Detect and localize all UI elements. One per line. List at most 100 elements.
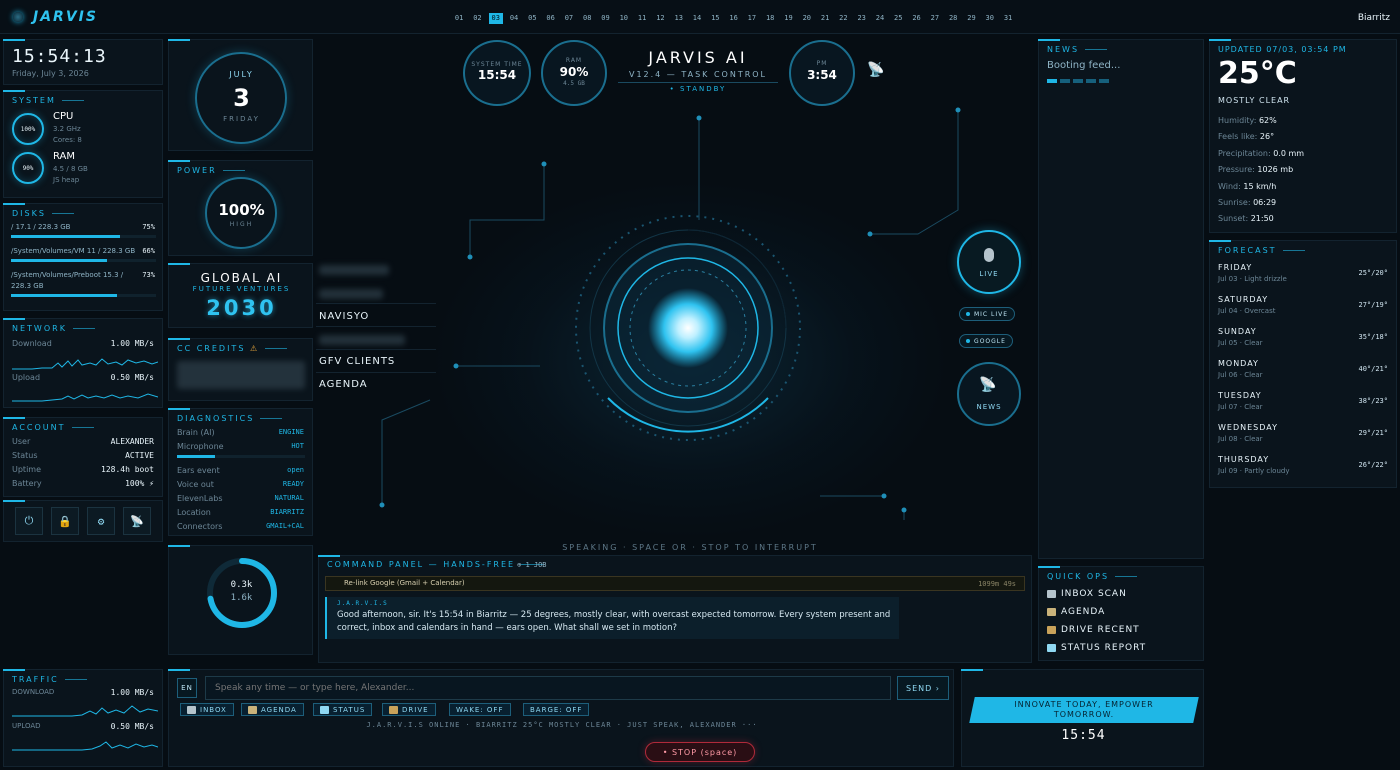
- day-18[interactable]: 18: [763, 13, 777, 24]
- traffic-panel: TRAFFIC DOWNLOAD 1.00 MB/s UPLOAD 0.50 MB/…: [3, 669, 163, 767]
- diagnostic-value: ENGINE: [278, 428, 304, 436]
- day-16[interactable]: 16: [726, 13, 740, 24]
- menu-item-agenda[interactable]: AGENDA: [319, 379, 368, 390]
- forecast-day-desc: Jul 07 · Clear: [1218, 403, 1263, 411]
- send-button[interactable]: SEND ›: [897, 676, 949, 700]
- day-07[interactable]: 07: [562, 13, 576, 24]
- system-time-dial: SYSTEM TIME 15:54: [463, 40, 531, 106]
- weather-value: 1026 mb: [1257, 165, 1294, 175]
- lock-icon[interactable]: 🔒: [51, 507, 79, 535]
- forecast-day: WEDNESDAY Jul 08 · Clear 29°/21°: [1218, 423, 1388, 451]
- quick-drive-button[interactable]: DRIVE: [382, 703, 436, 716]
- day-26[interactable]: 26: [909, 13, 923, 24]
- gauge-top: 0.3k: [230, 580, 253, 590]
- upload-value: 0.50 MB/s: [110, 372, 154, 382]
- quick-status-label: STATUS: [333, 705, 366, 714]
- account-title: ACCOUNT: [12, 423, 94, 432]
- forecast-day-desc: Jul 09 · Partly cloudy: [1218, 467, 1290, 475]
- news-button[interactable]: 📡 NEWS: [957, 362, 1021, 426]
- day-22[interactable]: 22: [836, 13, 850, 24]
- traffic-upload-label: UPLOAD: [12, 722, 41, 730]
- settings-gear-icon[interactable]: ⚙: [87, 507, 115, 535]
- weather-temp: 25°C: [1218, 56, 1297, 91]
- wake-toggle[interactable]: WAKE: OFF: [449, 703, 511, 716]
- forecast-title: FORECAST: [1218, 246, 1305, 255]
- disk-usage-bar: [11, 294, 156, 297]
- brand-panel: GLOBAL AI FUTURE VENTURES 2030: [168, 263, 313, 328]
- quick-op-inbox-scan[interactable]: INBOX SCAN: [1047, 589, 1127, 599]
- quick-status-button[interactable]: STATUS: [313, 703, 373, 716]
- day-14[interactable]: 14: [690, 13, 704, 24]
- day-08[interactable]: 08: [580, 13, 594, 24]
- day-20[interactable]: 20: [800, 13, 814, 24]
- day-19[interactable]: 19: [781, 13, 795, 24]
- mic-live-dot-icon: [965, 312, 970, 316]
- day-12[interactable]: 12: [653, 13, 667, 24]
- quick-op-drive-recent[interactable]: DRIVE RECENT: [1047, 625, 1140, 635]
- download-sparkline: [12, 358, 158, 370]
- speaker-label: J.A.R.V.I.S: [337, 600, 388, 607]
- day-31[interactable]: 31: [1001, 13, 1015, 24]
- day-05[interactable]: 05: [525, 13, 539, 24]
- arc-reactor: [575, 215, 801, 441]
- day-01[interactable]: 01: [452, 13, 466, 24]
- day-17[interactable]: 17: [745, 13, 759, 24]
- satellite-icon[interactable]: 📡: [123, 507, 151, 535]
- day-06[interactable]: 06: [543, 13, 557, 24]
- task-time: 1099m 49s: [978, 580, 1016, 588]
- ram-label: RAM: [53, 151, 76, 162]
- language-button[interactable]: EN: [177, 678, 197, 698]
- disk-name: /System/Volumes/Preboot 15.3 /: [11, 271, 124, 279]
- pm-time: 3:54: [807, 68, 837, 82]
- day-02[interactable]: 02: [470, 13, 484, 24]
- news-status: Booting feed...: [1047, 60, 1121, 71]
- slogan-time: 15:54: [1061, 728, 1106, 743]
- cc-credits-panel: CC CREDITS ⚠: [168, 338, 313, 401]
- message-text: Good afternoon, sir. It's 15:54 in Biarr…: [337, 610, 891, 633]
- day-04[interactable]: 04: [507, 13, 521, 24]
- quick-op-status-report[interactable]: STATUS REPORT: [1047, 643, 1146, 653]
- traffic-download-value: 1.00 MB/s: [110, 687, 154, 697]
- google-label: GOOGLE: [974, 337, 1006, 345]
- quick-agenda-button[interactable]: AGENDA: [241, 703, 304, 716]
- stop-button[interactable]: • STOP (space): [645, 742, 755, 762]
- power-level: HIGH: [229, 221, 254, 228]
- clock-date: Friday, July 3, 2026: [12, 69, 89, 78]
- pm-dial: PM 3:54: [789, 40, 855, 106]
- day-30[interactable]: 30: [983, 13, 997, 24]
- barge-toggle[interactable]: BARGE: OFF: [523, 703, 590, 716]
- live-button[interactable]: LIVE: [957, 230, 1021, 294]
- day-21[interactable]: 21: [818, 13, 832, 24]
- day-25[interactable]: 25: [891, 13, 905, 24]
- day-13[interactable]: 13: [672, 13, 686, 24]
- calendar-day: 3: [233, 84, 250, 112]
- ticker-text: J.A.R.V.I.S ONLINE · BIARRITZ 25°C MOSTL…: [366, 721, 758, 729]
- day-29[interactable]: 29: [964, 13, 978, 24]
- disk-usage-bar: [11, 235, 156, 238]
- quick-inbox-button[interactable]: INBOX: [180, 703, 234, 716]
- quick-op-agenda[interactable]: AGENDA: [1047, 607, 1105, 617]
- weather-key: Sunrise:: [1218, 198, 1251, 207]
- day-27[interactable]: 27: [928, 13, 942, 24]
- day-11[interactable]: 11: [635, 13, 649, 24]
- google-chip[interactable]: GOOGLE: [959, 334, 1013, 348]
- command-input[interactable]: [205, 676, 891, 700]
- day-03[interactable]: 03: [488, 13, 503, 24]
- day-09[interactable]: 09: [598, 13, 612, 24]
- menu-item-navisyo[interactable]: NAVISYO: [319, 311, 369, 322]
- ram-dial-pct: 90%: [559, 65, 589, 79]
- power-icon[interactable]: ⏻: [15, 507, 43, 535]
- day-24[interactable]: 24: [873, 13, 887, 24]
- hub-title: JARVIS AI: [648, 48, 748, 67]
- day-23[interactable]: 23: [855, 13, 869, 24]
- forecast-day-temp: 29°/21°: [1358, 429, 1388, 437]
- forecast-day-desc: Jul 03 · Light drizzle: [1218, 275, 1287, 283]
- hub-status: • STANDBY: [669, 85, 727, 93]
- updated-time: 07/03, 03:54 PM: [1266, 45, 1347, 54]
- task-row[interactable]: Re-link Google (Gmail + Calendar) 1099m …: [325, 576, 1025, 591]
- day-15[interactable]: 15: [708, 13, 722, 24]
- day-10[interactable]: 10: [617, 13, 631, 24]
- day-28[interactable]: 28: [946, 13, 960, 24]
- mic-live-chip[interactable]: MIC LIVE: [959, 307, 1015, 321]
- satellite-dish-icon[interactable]: 📡: [867, 62, 884, 78]
